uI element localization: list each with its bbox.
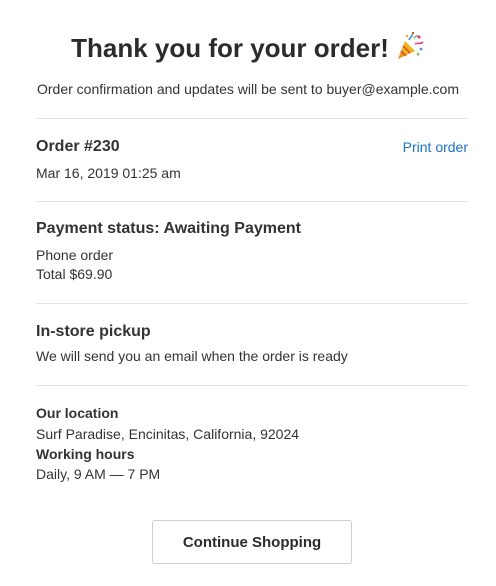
location-address: Surf Paradise, Encinitas, California, 92…: [36, 426, 300, 442]
divider: [36, 118, 468, 119]
divider: [36, 303, 468, 304]
working-hours-label: Working hours: [36, 446, 135, 462]
pickup-heading: In-store pickup: [36, 323, 151, 340]
confirmation-subtitle: Order confirmation and updates will be s…: [37, 81, 459, 97]
divider: [36, 385, 468, 386]
order-confirmation-page: Thank you for your order! Order confirma…: [0, 0, 496, 586]
print-order-link[interactable]: Print order: [403, 138, 468, 156]
page-title: Thank you for your order!: [71, 33, 389, 63]
continue-shopping-button[interactable]: Continue Shopping: [152, 520, 352, 564]
page-title-row: Thank you for your order!: [0, 30, 496, 66]
working-hours: Daily, 9 AM — 7 PM: [36, 466, 161, 482]
order-total: Total $69.90: [36, 266, 113, 282]
divider: [36, 201, 468, 202]
payment-status: Payment status: Awaiting Payment: [36, 220, 301, 237]
pickup-note: We will send you an email when the order…: [36, 348, 348, 364]
party-popper-icon: [397, 32, 424, 59]
order-number: Order #230: [36, 138, 120, 155]
payment-method: Phone order: [36, 247, 114, 263]
location-label: Our location: [36, 405, 119, 421]
order-date: Mar 16, 2019 01:25 am: [36, 165, 181, 181]
